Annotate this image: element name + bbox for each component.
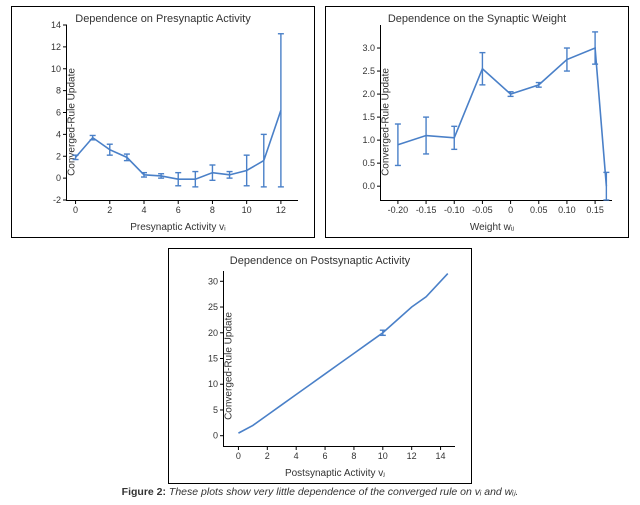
svg-text:10: 10 xyxy=(208,379,218,389)
svg-text:2.0: 2.0 xyxy=(362,89,375,99)
svg-text:4: 4 xyxy=(294,451,299,461)
svg-text:6: 6 xyxy=(176,205,181,215)
svg-text:2: 2 xyxy=(56,151,61,161)
svg-text:4: 4 xyxy=(56,129,61,139)
svg-text:8: 8 xyxy=(351,451,356,461)
svg-text:0: 0 xyxy=(508,205,513,215)
chart-title: Dependence on the Synaptic Weight xyxy=(326,13,628,25)
x-axis-label: Presynaptic Activity vᵢ xyxy=(12,222,314,233)
chart-weight: Dependence on the Synaptic Weight Conver… xyxy=(325,6,629,238)
svg-text:0: 0 xyxy=(56,173,61,183)
svg-text:20: 20 xyxy=(208,328,218,338)
svg-text:0: 0 xyxy=(73,205,78,215)
svg-text:10: 10 xyxy=(51,64,61,74)
chart-postsynaptic: Dependence on Postsynaptic Activity Conv… xyxy=(168,248,472,484)
svg-text:2: 2 xyxy=(107,205,112,215)
svg-text:25: 25 xyxy=(208,302,218,312)
svg-text:30: 30 xyxy=(208,276,218,286)
chart-title: Dependence on Postsynaptic Activity xyxy=(169,255,471,267)
chart-presynaptic: Dependence on Presynaptic Activity Conve… xyxy=(11,6,315,238)
svg-text:0.15: 0.15 xyxy=(586,205,604,215)
svg-text:15: 15 xyxy=(208,354,218,364)
svg-text:-0.10: -0.10 xyxy=(444,205,465,215)
plot-area: 02468101214051015202530 xyxy=(223,271,455,447)
svg-text:-2: -2 xyxy=(53,195,61,205)
svg-text:0.05: 0.05 xyxy=(530,205,548,215)
svg-text:4: 4 xyxy=(141,205,146,215)
svg-text:12: 12 xyxy=(51,42,61,52)
x-axis-label: Postsynaptic Activity vⱼ xyxy=(169,468,471,479)
svg-text:6: 6 xyxy=(56,108,61,118)
x-axis-label: Weight wᵢⱼ xyxy=(326,222,628,233)
plot-area: -0.20-0.15-0.10-0.0500.050.100.150.00.51… xyxy=(380,25,612,201)
svg-text:10: 10 xyxy=(378,451,388,461)
svg-text:12: 12 xyxy=(276,205,286,215)
svg-text:14: 14 xyxy=(436,451,446,461)
svg-text:1.0: 1.0 xyxy=(362,135,375,145)
svg-text:14: 14 xyxy=(51,20,61,30)
svg-text:10: 10 xyxy=(242,205,252,215)
plot-area: 024681012-202468101214 xyxy=(66,25,298,201)
svg-text:0: 0 xyxy=(236,451,241,461)
svg-text:-0.15: -0.15 xyxy=(416,205,437,215)
svg-text:1.5: 1.5 xyxy=(362,112,375,122)
svg-text:8: 8 xyxy=(210,205,215,215)
svg-text:-0.05: -0.05 xyxy=(472,205,493,215)
svg-text:0: 0 xyxy=(213,431,218,441)
svg-text:0.0: 0.0 xyxy=(362,181,375,191)
svg-text:2: 2 xyxy=(265,451,270,461)
svg-text:6: 6 xyxy=(323,451,328,461)
figure-caption: Figure 2: These plots show very little d… xyxy=(0,486,640,498)
svg-text:8: 8 xyxy=(56,86,61,96)
svg-text:12: 12 xyxy=(407,451,417,461)
svg-text:3.0: 3.0 xyxy=(362,43,375,53)
svg-text:5: 5 xyxy=(213,405,218,415)
svg-text:0.10: 0.10 xyxy=(558,205,576,215)
svg-text:2.5: 2.5 xyxy=(362,66,375,76)
svg-text:-0.20: -0.20 xyxy=(388,205,409,215)
svg-text:0.5: 0.5 xyxy=(362,158,375,168)
